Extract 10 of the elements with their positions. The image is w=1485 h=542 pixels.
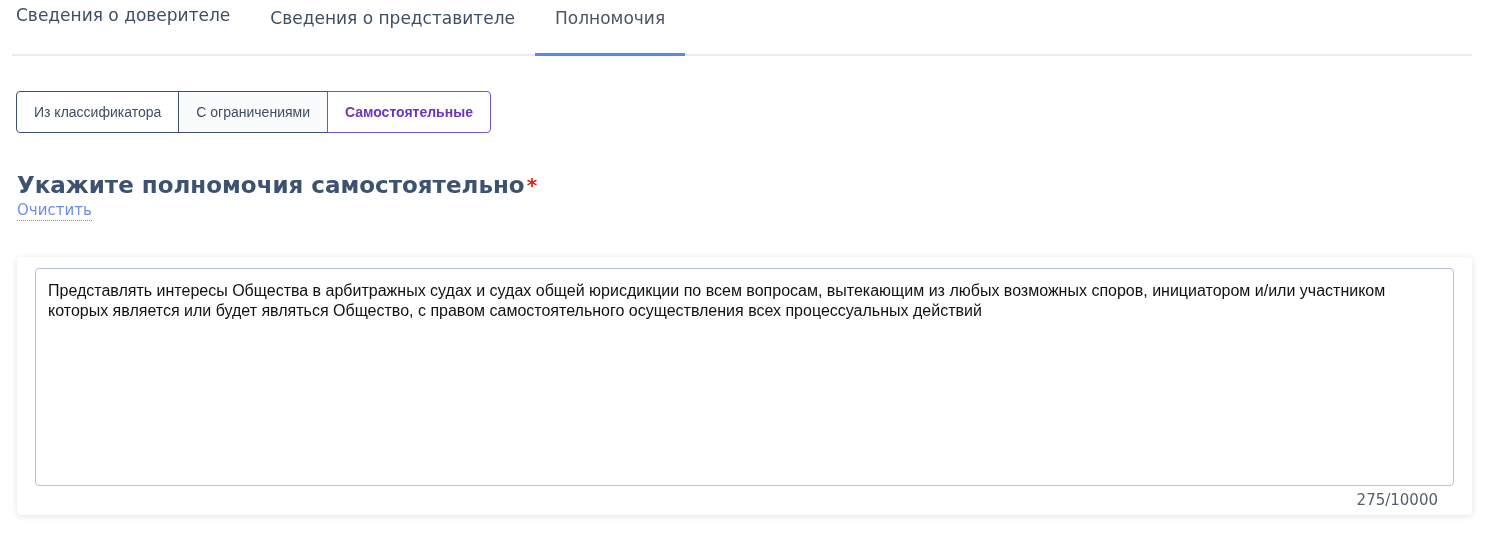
required-mark: * <box>526 173 538 197</box>
tab[interactable]: Сведения о доверителе <box>12 0 251 56</box>
character-counter: 275/10000 <box>1355 490 1439 509</box>
text-area[interactable]: Представлять интересы Общества в арбитражных судах и судах общей юрисдикции по всем вопросам, вытекающим из любых возможных споров, инициатором и/или участником которых является или будет являться Общество, с правом самостоятельного осуществления всех процессуальных действий <box>35 268 1454 486</box>
segment-button[interactable]: Из классификатора <box>16 91 180 133</box>
segment-button[interactable]: Самостоятельные <box>327 91 491 133</box>
segment-button[interactable]: С ограничениями <box>178 91 328 133</box>
tab[interactable]: Полномочия <box>535 0 686 56</box>
tab[interactable]: Сведения о представителе <box>250 0 536 56</box>
section-heading: Укажите полномочия самостоятельно* <box>17 171 539 200</box>
